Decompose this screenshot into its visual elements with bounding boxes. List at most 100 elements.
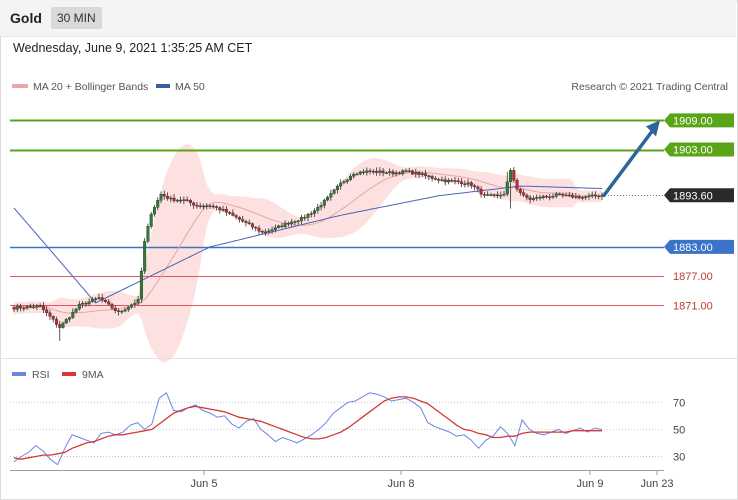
candle-body	[19, 306, 23, 309]
candle-body	[201, 205, 205, 208]
candle-body	[319, 205, 323, 208]
candle-body	[130, 304, 134, 308]
candle-body	[247, 222, 251, 224]
candle-body	[355, 173, 359, 176]
level-label-2: 1893.60	[673, 190, 713, 202]
candle-body	[172, 197, 176, 201]
candle-body	[54, 319, 58, 325]
candle-body	[499, 194, 503, 197]
candle-body	[192, 202, 196, 206]
rsi-9ma-line	[13, 396, 602, 460]
candle-body	[584, 196, 588, 198]
candle-body	[94, 298, 98, 300]
candle-body	[322, 199, 326, 206]
candle-body	[71, 311, 75, 318]
candle-body	[505, 181, 509, 195]
rsi-legend: RSI 9MA	[12, 369, 104, 381]
candle-body	[453, 180, 457, 182]
candle-body	[528, 197, 532, 200]
candle-body	[502, 193, 506, 196]
candle-body	[335, 185, 339, 190]
candle-body	[185, 199, 189, 201]
candle-body	[489, 194, 493, 196]
legend-9ma-swatch	[62, 372, 76, 376]
candle-body	[430, 176, 434, 179]
candle-body	[362, 171, 366, 174]
candle-body	[286, 222, 290, 225]
candle-body	[407, 170, 411, 173]
candle-body	[538, 197, 542, 199]
level-label-0: 1909.00	[673, 115, 713, 127]
level-label-4: 1877.00	[673, 271, 713, 283]
candle-body	[352, 173, 356, 177]
candle-body	[580, 197, 584, 199]
candle-body	[280, 225, 284, 228]
price-chart[interactable]: MA 20 + Bollinger Bands MA 50 Research ©…	[0, 0, 738, 500]
candle-body	[149, 213, 153, 227]
legend-bb-label: MA 20 + Bollinger Bands	[33, 81, 148, 93]
candle-body	[169, 197, 173, 200]
candle-body	[381, 170, 385, 174]
rsi-tick-70: 70	[673, 397, 685, 409]
candle-body	[482, 194, 486, 196]
candle-body	[512, 170, 516, 181]
candle-body	[120, 310, 124, 313]
candle-body	[486, 194, 490, 196]
candle-body	[450, 179, 454, 182]
candle-body	[365, 170, 369, 173]
candle-body	[554, 193, 558, 197]
candle-body	[375, 170, 379, 173]
candle-body	[326, 196, 330, 201]
candle-body	[126, 306, 130, 310]
candle-body	[231, 212, 235, 216]
candle-body	[283, 222, 287, 227]
candle-body	[440, 179, 444, 181]
candle-body	[117, 310, 121, 312]
candle-body	[188, 200, 192, 204]
candle-body	[123, 309, 127, 312]
candle-body	[237, 217, 241, 220]
candle-body	[136, 298, 140, 304]
candle-body	[103, 300, 107, 302]
candle-body	[417, 171, 421, 175]
candle-body	[254, 226, 258, 229]
candle-body	[345, 179, 349, 182]
candle-body	[590, 194, 594, 197]
candle-body	[456, 180, 460, 183]
candle-body	[479, 188, 483, 195]
candle-body	[358, 171, 362, 175]
candle-body	[469, 182, 473, 186]
price-level-labels: 1909.00 1903.00 1893.60 1883.00 1877.00 1871.…	[664, 113, 734, 312]
legend-rsi-swatch	[12, 372, 26, 376]
candle-body	[342, 181, 346, 184]
forecast-arrow	[602, 120, 660, 198]
candle-body	[218, 207, 222, 211]
candle-body	[175, 199, 179, 202]
candle-body	[22, 307, 26, 310]
forecast-arrow-shaft	[602, 125, 657, 198]
candle-body	[404, 170, 408, 172]
candle-body	[293, 221, 297, 223]
candle-body	[466, 182, 470, 185]
candle-body	[162, 194, 166, 197]
candle-body	[270, 229, 274, 232]
candle-body	[476, 186, 480, 190]
x-tick-label-2: Jun 9	[577, 478, 604, 490]
candle-body	[443, 179, 447, 183]
candle-body	[544, 195, 548, 198]
candle-body	[574, 196, 578, 198]
candle-body	[332, 189, 336, 194]
candle-body	[110, 303, 114, 309]
candle-body	[306, 213, 310, 218]
candle-body	[257, 227, 261, 232]
candle-body	[518, 189, 522, 193]
level-label-3: 1883.00	[673, 242, 713, 254]
candle-body	[329, 193, 333, 198]
candle-body	[316, 206, 320, 211]
candle-body	[388, 171, 392, 173]
candle-body	[221, 209, 225, 211]
candle-body	[463, 183, 467, 185]
candle-body	[100, 297, 104, 301]
x-tick-label-3: Jun 23	[640, 478, 673, 490]
candle-body	[433, 178, 437, 180]
